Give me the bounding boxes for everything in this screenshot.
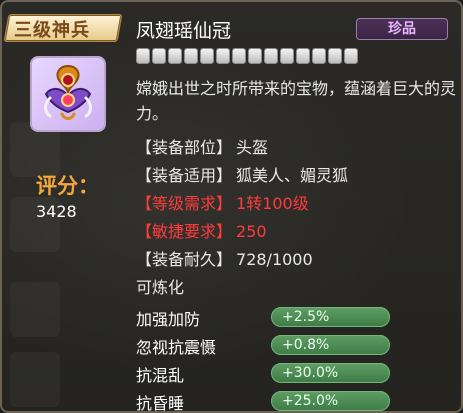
star-icon <box>168 48 182 64</box>
background-item-slot <box>10 352 60 407</box>
star-icon <box>264 48 278 64</box>
item-tooltip-panel: 三级神兵 凤翅瑶仙冠 珍品 评分： 3428 嫦娥出世之时所带来的宝物，蕴涵着巨… <box>0 0 463 413</box>
star-icon <box>136 48 150 64</box>
star-icon <box>280 48 294 64</box>
attribute-value-bar: +0.8% <box>271 335 390 355</box>
background-item-slot <box>10 282 60 337</box>
property-applicable: 【装备适用】 狐美人、媚灵狐 <box>136 162 348 186</box>
crown-icon <box>44 64 92 120</box>
rarity-badge: 珍品 <box>356 18 448 40</box>
property-label: 【装备适用】 <box>136 166 233 185</box>
score-value: 3428 <box>36 202 77 221</box>
property-value: 1转100级 <box>236 194 309 213</box>
star-icon <box>152 48 166 64</box>
refinable-text: 可炼化 <box>136 278 185 297</box>
star-icon <box>328 48 342 64</box>
star-icon <box>312 48 326 64</box>
attribute-value-bar: +2.5% <box>271 307 390 327</box>
property-value: 狐美人、媚灵狐 <box>236 166 349 185</box>
property-value: 728/1000 <box>236 250 313 269</box>
attribute-value-bar: +30.0% <box>271 363 390 383</box>
item-icon <box>30 56 106 132</box>
star-icon <box>232 48 246 64</box>
attribute-value-bar: +25.0% <box>271 391 390 411</box>
star-icon <box>248 48 262 64</box>
property-label: 【装备部位】 <box>136 138 233 157</box>
property-label: 【装备耐久】 <box>136 250 233 269</box>
property-label: 【敏捷要求】 <box>136 222 233 241</box>
star-icon <box>344 48 358 64</box>
attribute-name: 抗混乱 <box>136 366 185 385</box>
star-icon <box>200 48 214 64</box>
item-name: 凤翅瑶仙冠 <box>136 20 232 42</box>
attribute-name: 抗昏睡 <box>136 394 185 413</box>
tier-label: 三级神兵 <box>14 20 90 41</box>
attribute-name: 加强加防 <box>136 310 201 329</box>
property-agility-requirement: 【敏捷要求】 250 <box>136 218 267 242</box>
star-rating <box>136 48 358 64</box>
property-value: 头盔 <box>236 138 269 157</box>
property-level-requirement: 【等级需求】 1转100级 <box>136 190 309 214</box>
property-durability: 【装备耐久】 728/1000 <box>136 246 313 270</box>
star-icon <box>216 48 230 64</box>
star-icon <box>296 48 310 64</box>
star-icon <box>184 48 198 64</box>
property-value: 250 <box>236 222 267 241</box>
property-equipment-slot: 【装备部位】 头盔 <box>136 134 268 158</box>
property-label: 【等级需求】 <box>136 194 233 213</box>
attribute-name: 忽视抗震慑 <box>136 338 217 357</box>
rarity-text: 珍品 <box>388 21 416 37</box>
score-label: 评分： <box>36 174 99 198</box>
item-description: 嫦娥出世之时所带来的宝物，蕴涵着巨大的灵力。 <box>136 79 457 123</box>
